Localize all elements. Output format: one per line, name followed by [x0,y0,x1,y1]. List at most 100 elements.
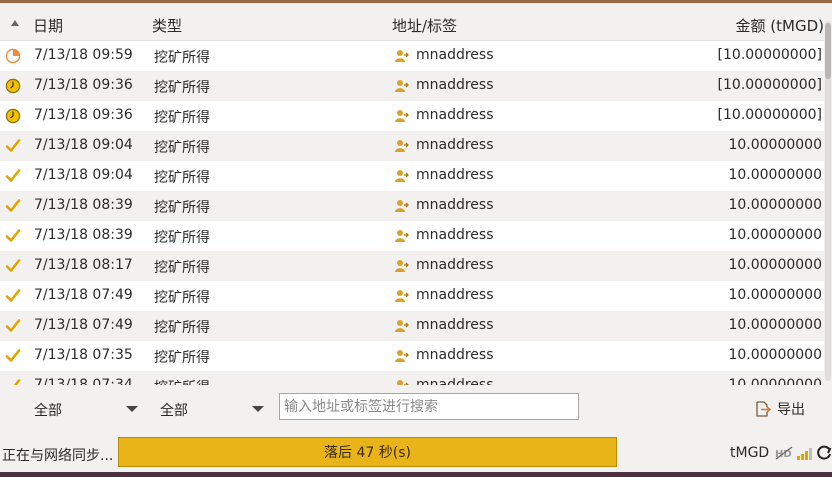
syncing-icon [817,445,832,460]
address-book-icon [394,169,410,183]
address-book-icon [394,259,410,273]
search-input[interactable] [280,394,576,419]
clock-icon [4,107,22,125]
sync-progress-bar: 落后 47 秒(s) [118,437,617,467]
table-row[interactable]: 7/13/18 08:39 挖矿所得 mnaddress 10.00000000 [0,191,824,221]
cell-amount: 10.00000000 [728,287,822,303]
address-book-icon [394,49,410,63]
check-icon [4,167,22,185]
cell-amount: 10.00000000 [728,317,822,333]
table-row[interactable]: 7/13/18 09:04 挖矿所得 mnaddress 10.00000000 [0,131,824,161]
cell-type: 挖矿所得 [154,320,210,336]
address-book-icon [394,229,410,243]
cell-amount: [10.00000000] [717,77,822,93]
filter-bar: 全部 全部 导出 [0,385,832,433]
check-icon [4,377,22,385]
cell-amount: [10.00000000] [717,47,822,63]
search-field[interactable] [279,393,579,420]
cell-date: 7/13/18 08:39 [34,197,133,213]
cell-address: mnaddress [416,287,494,303]
cell-type: 挖矿所得 [154,290,210,306]
cell-type: 挖矿所得 [154,377,210,385]
cell-type: 挖矿所得 [154,230,210,246]
table-row[interactable]: 7/13/18 09:59 挖矿所得 mnaddress [10.00000000] [0,41,824,71]
cell-amount: [10.00000000] [717,107,822,123]
table-row[interactable]: 7/13/18 08:17 挖矿所得 mnaddress 10.00000000 [0,251,824,281]
address-book-icon [394,289,410,303]
column-header-address[interactable]: 地址/标签 [392,15,457,36]
check-icon [4,287,22,305]
status-bar: 正在与网络同步... 落后 47 秒(s) tMGD HD [0,433,832,472]
hd-disabled-icon: HD [775,446,793,460]
table-row[interactable]: 7/13/18 07:35 挖矿所得 mnaddress 10.00000000 [0,341,824,371]
unit-label[interactable]: tMGD [730,445,769,461]
column-header-date[interactable]: 日期 [33,15,63,36]
cell-address: mnaddress [416,227,494,243]
window-bottom-border [0,472,832,477]
table-scrollbar[interactable] [824,3,832,385]
export-label: 导出 [777,402,805,418]
export-icon [756,401,772,417]
connections-icon[interactable] [796,445,816,461]
cell-type: 挖矿所得 [154,110,210,126]
cell-date: 7/13/18 09:04 [34,137,133,153]
column-header-amount[interactable]: 金额 (tMGD) [736,15,824,36]
sync-progress-label: 落后 47 秒(s) [324,445,411,461]
address-book-icon [394,199,410,213]
cell-type: 挖矿所得 [154,170,210,186]
clock-partial-icon [4,47,22,65]
table-row[interactable]: 7/13/18 08:39 挖矿所得 mnaddress 10.00000000 [0,221,824,251]
address-book-icon [394,349,410,363]
table-row[interactable]: 7/13/18 09:04 挖矿所得 mnaddress 10.00000000 [0,161,824,191]
export-button[interactable]: 导出 [754,397,805,421]
table-row[interactable]: 7/13/18 07:34 挖矿所得 mnaddress 10.00000000 [0,371,824,385]
check-icon [4,137,22,155]
chevron-down-icon [252,406,264,412]
table-row[interactable]: 7/13/18 07:49 挖矿所得 mnaddress 10.00000000 [0,311,824,341]
cell-type: 挖矿所得 [154,80,210,96]
check-icon [4,347,22,365]
sort-ascending-icon[interactable] [11,20,19,26]
cell-date: 7/13/18 08:39 [34,227,133,243]
date-filter-dropdown[interactable]: 全部 [34,397,142,421]
cell-amount: 10.00000000 [728,377,822,385]
check-icon [4,227,22,245]
table-row[interactable]: 7/13/18 07:49 挖矿所得 mnaddress 10.00000000 [0,281,824,311]
cell-date: 7/13/18 09:59 [34,47,133,63]
cell-amount: 10.00000000 [728,227,822,243]
cell-date: 7/13/18 09:36 [34,107,133,123]
table-header: 日期 类型 地址/标签 金额 (tMGD) [0,3,824,41]
cell-type: 挖矿所得 [154,50,210,66]
cell-address: mnaddress [416,347,494,363]
cell-amount: 10.00000000 [728,197,822,213]
cell-date: 7/13/18 07:49 [34,317,133,333]
cell-amount: 10.00000000 [728,257,822,273]
clock-icon [4,77,22,95]
address-book-icon [394,139,410,153]
cell-type: 挖矿所得 [154,350,210,366]
cell-amount: 10.00000000 [728,137,822,153]
type-filter-dropdown[interactable]: 全部 [160,397,268,421]
cell-address: mnaddress [416,167,494,183]
cell-address: mnaddress [416,197,494,213]
cell-date: 7/13/18 09:04 [34,167,133,183]
cell-address: mnaddress [416,47,494,63]
address-book-icon [394,109,410,123]
transaction-table: 日期 类型 地址/标签 金额 (tMGD) 7/13/18 09:59 挖矿所得 m… [0,3,824,385]
cell-amount: 10.00000000 [728,167,822,183]
chevron-down-icon [126,406,138,412]
cell-type: 挖矿所得 [154,260,210,276]
cell-amount: 10.00000000 [728,347,822,363]
address-book-icon [394,319,410,333]
cell-address: mnaddress [416,107,494,123]
check-icon [4,317,22,335]
table-row[interactable]: 7/13/18 09:36 挖矿所得 mnaddress [10.00000000] [0,101,824,131]
scrollbar-thumb[interactable] [825,23,831,79]
cell-date: 7/13/18 07:34 [34,377,133,385]
table-row[interactable]: 7/13/18 09:36 挖矿所得 mnaddress [10.00000000] [0,71,824,101]
check-icon [4,257,22,275]
cell-address: mnaddress [416,257,494,273]
cell-date: 7/13/18 08:17 [34,257,133,273]
cell-date: 7/13/18 07:49 [34,287,133,303]
column-header-type[interactable]: 类型 [152,15,182,36]
